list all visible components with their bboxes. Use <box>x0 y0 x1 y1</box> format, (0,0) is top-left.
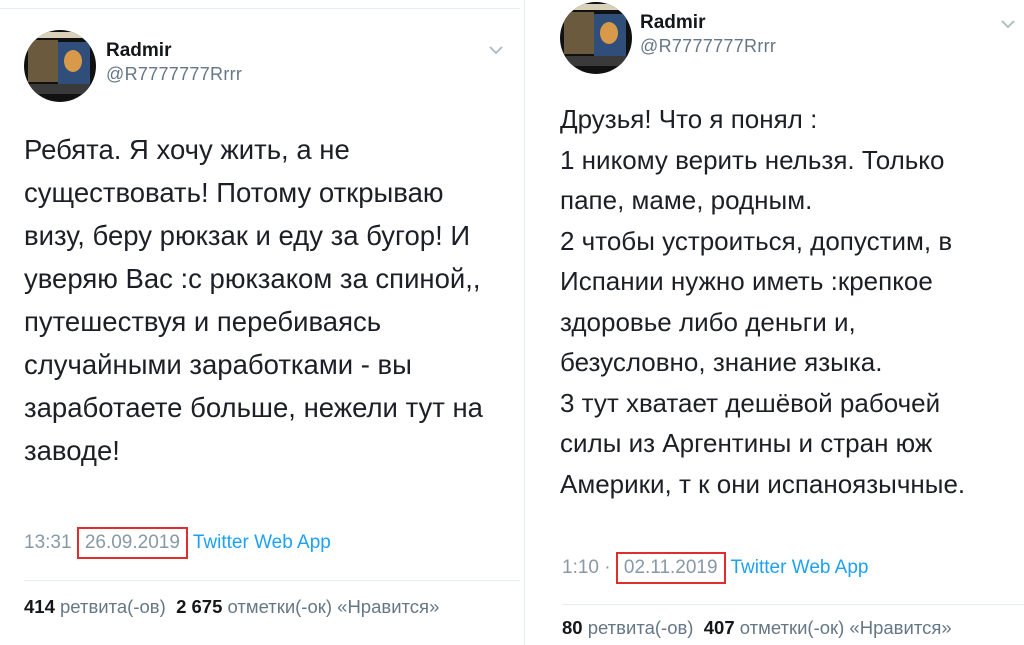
likes-stat[interactable]: 407 отметки(-ок) «Нравится» <box>704 617 952 638</box>
tweet-line: 3 тут хватает дешёвой рабочей <box>560 387 941 418</box>
tweet-source-link[interactable]: Twitter Web App <box>193 532 331 553</box>
tweet-line: заводе! <box>24 435 120 466</box>
tweet-line: здоровье либо деньги и, <box>560 306 856 337</box>
chevron-down-icon[interactable] <box>1000 16 1016 32</box>
tweet-line: Друзья! Что я понял : <box>560 104 818 134</box>
tweet-card-2: Radmir @R7777777Rrrr Друзья! Что я понял… <box>530 0 1024 645</box>
panel-divider <box>524 0 525 645</box>
tweet-meta: 13:31 26.09.2019 Twitter Web App <box>24 527 331 559</box>
stats-divider <box>24 580 520 581</box>
tweet-date[interactable]: 26.09.2019 <box>76 527 188 559</box>
tweet-line: заработаете больше, нежели тут на <box>24 392 483 423</box>
tweet-line: папе, маме, родным. <box>560 185 813 215</box>
tweet-line: 1 никому верить нельзя. Только <box>560 144 945 175</box>
tweet-line: силы из Аргентины и стран юж <box>560 428 933 458</box>
tweet-meta: 1:10 · 02.11.2019 Twitter Web App <box>562 552 869 584</box>
retweets-stat[interactable]: 80 ретвита(-ов) <box>562 617 693 638</box>
retweets-stat[interactable]: 414 ретвита(-ов) <box>24 596 166 617</box>
tweet-stats: 80 ретвита(-ов) 407 отметки(-ок) «Нравит… <box>562 617 952 639</box>
tweet-line: случайными заработками - вы <box>24 349 412 380</box>
tweet-line: Ребята. Я хочу жить, а не <box>24 134 350 165</box>
likes-stat[interactable]: 2 675 отметки(-ок) «Нравится» <box>176 596 439 617</box>
author-name[interactable]: Radmir <box>106 40 171 62</box>
tweet-text: Ребята. Я хочу жить, а не существовать! … <box>24 128 504 472</box>
avatar[interactable] <box>24 30 96 102</box>
author-name[interactable]: Radmir <box>640 12 705 34</box>
tweet-time[interactable]: 1:10 <box>562 557 599 578</box>
tweet-line: уверяю Вас :с рюкзаком за спиной,, <box>24 263 481 294</box>
tweet-line: путешествуя и перебиваясь <box>24 306 382 337</box>
chevron-down-icon[interactable] <box>488 42 504 58</box>
author-handle[interactable]: @R7777777Rrrr <box>106 64 242 85</box>
tweet-line: безусловно, знание языка. <box>560 347 883 377</box>
tweet-card-1: Radmir @R7777777Rrrr Ребята. Я хочу жить… <box>0 0 520 645</box>
stats-divider <box>562 604 1024 605</box>
tweet-line: 2 чтобы устроиться, допустим, в <box>560 225 953 256</box>
top-divider <box>0 8 520 9</box>
author-handle[interactable]: @R7777777Rrrr <box>640 36 776 57</box>
tweet-text: Друзья! Что я понял : 1 никому верить не… <box>560 99 1020 504</box>
tweet-line: визу, беру рюкзак и еду за бугор! И <box>24 220 471 251</box>
tweet-time[interactable]: 13:31 <box>24 532 72 553</box>
tweet-stats: 414 ретвита(-ов) 2 675 отметки(-ок) «Нра… <box>24 596 439 618</box>
tweet-line: Испании нужно иметь :крепкое <box>560 266 933 296</box>
avatar[interactable] <box>560 2 632 74</box>
meta-separator: · <box>598 557 616 578</box>
tweet-date[interactable]: 02.11.2019 <box>615 552 726 584</box>
tweet-source-link[interactable]: Twitter Web App <box>731 557 869 578</box>
tweet-line: Америки, т к они испаноязычные. <box>560 468 966 499</box>
tweet-line: существовать! Потому открываю <box>24 177 444 208</box>
